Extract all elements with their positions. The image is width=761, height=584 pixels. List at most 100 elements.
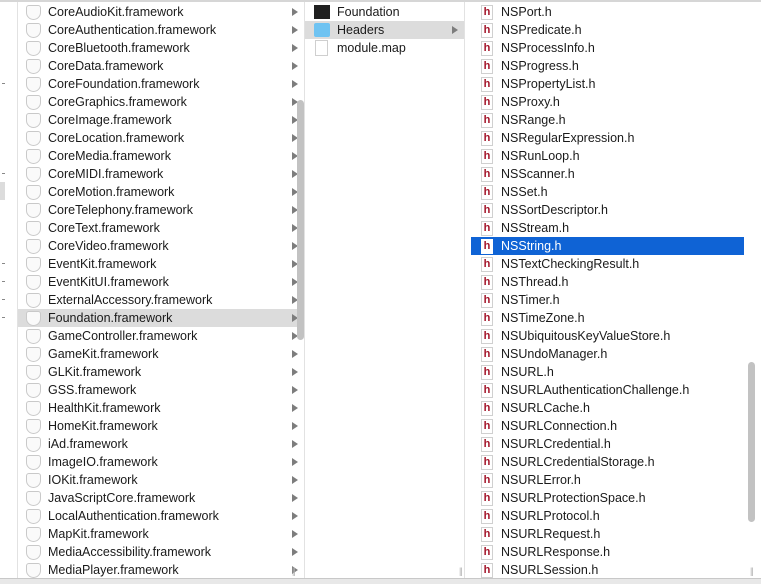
framework-item[interactable]: CoreImage.framework <box>18 111 304 129</box>
framework-item[interactable]: CoreData.framework <box>18 57 304 75</box>
header-file-item[interactable]: h NSURLProtocol.h <box>471 507 744 525</box>
chevron-right-icon <box>292 62 298 70</box>
framework-item[interactable]: HealthKit.framework <box>18 399 304 417</box>
framework-item[interactable]: CoreMotion.framework <box>18 183 304 201</box>
header-file-item[interactable]: h NSRunLoop.h <box>471 147 744 165</box>
header-file-item[interactable]: h NSURLError.h <box>471 471 744 489</box>
framework-item[interactable]: MediaPlayer.framework <box>18 561 304 578</box>
framework-item[interactable]: HomeKit.framework <box>18 417 304 435</box>
header-file-item[interactable]: h NSStream.h <box>471 219 744 237</box>
chevron-right-icon <box>292 512 298 520</box>
framework-item[interactable]: MapKit.framework <box>18 525 304 543</box>
framework-item[interactable]: EventKit.framework <box>18 255 304 273</box>
header-file-item[interactable]: h NSTimeZone.h <box>471 309 744 327</box>
header-file-item[interactable]: h NSUndoManager.h <box>471 345 744 363</box>
header-file-icon: h <box>481 292 493 308</box>
header-file-item[interactable]: h NSSortDescriptor.h <box>471 201 744 219</box>
framework-item[interactable]: JavaScriptCore.framework <box>18 489 304 507</box>
header-file-item[interactable]: h NSThread.h <box>471 273 744 291</box>
header-file-label: NSURL.h <box>501 365 554 379</box>
folder-icon <box>314 23 330 37</box>
header-file-item[interactable]: h NSURLAuthenticationChallenge.h <box>471 381 744 399</box>
header-file-item[interactable]: h NSURL.h <box>471 363 744 381</box>
framework-item[interactable]: MediaAccessibility.framework <box>18 543 304 561</box>
header-file-item[interactable]: h NSURLSession.h <box>471 561 744 578</box>
header-file-item[interactable]: h NSPropertyList.h <box>471 75 744 93</box>
framework-column-scrollbar[interactable] <box>297 100 304 340</box>
header-file-item[interactable]: h NSPort.h <box>471 3 744 21</box>
header-file-item[interactable]: h NSSet.h <box>471 183 744 201</box>
framework-item[interactable]: CoreLocation.framework <box>18 129 304 147</box>
framework-item[interactable]: ExternalAccessory.framework <box>18 291 304 309</box>
header-file-item[interactable]: h NSRange.h <box>471 111 744 129</box>
column-resize-handle[interactable]: || <box>459 566 463 576</box>
framework-item[interactable]: EventKitUI.framework <box>18 273 304 291</box>
framework-item[interactable]: CoreGraphics.framework <box>18 93 304 111</box>
framework-item[interactable]: GSS.framework <box>18 381 304 399</box>
header-file-icon: h <box>481 148 493 164</box>
header-file-item[interactable]: h NSScanner.h <box>471 165 744 183</box>
framework-item-label: Foundation.framework <box>48 311 173 325</box>
framework-shield-icon <box>26 472 41 488</box>
framework-shield-icon <box>26 256 41 272</box>
framework-item[interactable]: iAd.framework <box>18 435 304 453</box>
framework-shield-icon <box>26 562 41 578</box>
executable-icon <box>314 5 330 19</box>
chevron-right-icon <box>292 80 298 88</box>
framework-item[interactable]: GLKit.framework <box>18 363 304 381</box>
framework-item[interactable]: CoreBluetooth.framework <box>18 39 304 57</box>
framework-shield-icon <box>26 166 41 182</box>
file-item[interactable]: module.map <box>305 39 464 57</box>
framework-item[interactable]: CoreAudioKit.framework <box>18 3 304 21</box>
framework-item[interactable]: Foundation.framework <box>18 309 304 327</box>
header-file-label: NSRegularExpression.h <box>501 131 635 145</box>
framework-item[interactable]: CoreMIDI.framework <box>18 165 304 183</box>
header-file-item[interactable]: h NSUbiquitousKeyValueStore.h <box>471 327 744 345</box>
framework-item-label: CoreText.framework <box>48 221 160 235</box>
header-file-item[interactable]: h NSURLCache.h <box>471 399 744 417</box>
header-file-item[interactable]: h NSTimer.h <box>471 291 744 309</box>
header-file-item[interactable]: h NSProgress.h <box>471 57 744 75</box>
framework-item[interactable]: CoreAuthentication.framework <box>18 21 304 39</box>
header-file-label: NSPort.h <box>501 5 552 19</box>
header-file-label: NSURLCredentialStorage.h <box>501 455 655 469</box>
header-file-item[interactable]: h NSRegularExpression.h <box>471 129 744 147</box>
file-item[interactable]: Foundation <box>305 3 464 21</box>
header-file-label: NSURLProtectionSpace.h <box>501 491 646 505</box>
column-resize-handle[interactable]: || <box>750 566 754 576</box>
framework-item[interactable]: IOKit.framework <box>18 471 304 489</box>
framework-column[interactable]: CoreAudioKit.framework CoreAuthentication… <box>18 2 305 578</box>
foundation-contents-column[interactable]: Foundation Headers module.map <box>305 2 465 578</box>
file-item[interactable]: Headers <box>305 21 464 39</box>
previous-column[interactable] <box>0 2 18 578</box>
header-file-item[interactable]: h NSProcessInfo.h <box>471 39 744 57</box>
framework-item[interactable]: CoreText.framework <box>18 219 304 237</box>
framework-item[interactable]: ImageIO.framework <box>18 453 304 471</box>
header-file-item[interactable]: h NSURLCredentialStorage.h <box>471 453 744 471</box>
header-file-item[interactable]: h NSURLConnection.h <box>471 417 744 435</box>
header-file-item[interactable]: h NSURLRequest.h <box>471 525 744 543</box>
framework-item[interactable]: CoreMedia.framework <box>18 147 304 165</box>
framework-item-label: CoreImage.framework <box>48 113 172 127</box>
header-file-item[interactable]: h NSURLResponse.h <box>471 543 744 561</box>
header-file-item[interactable]: h NSProxy.h <box>471 93 744 111</box>
header-file-item[interactable]: h NSPredicate.h <box>471 21 744 39</box>
header-file-item[interactable]: h NSURLCredential.h <box>471 435 744 453</box>
header-file-item[interactable]: h NSURLProtectionSpace.h <box>471 489 744 507</box>
framework-item[interactable]: GameController.framework <box>18 327 304 345</box>
framework-item[interactable]: CoreFoundation.framework <box>18 75 304 93</box>
headers-column[interactable]: h NSPort.h h NSPredicate.h h NSProcessInfo.h h… <box>465 2 761 578</box>
framework-item[interactable]: CoreVideo.framework <box>18 237 304 255</box>
chevron-right-icon <box>292 386 298 394</box>
framework-item[interactable]: GameKit.framework <box>18 345 304 363</box>
framework-item[interactable]: LocalAuthentication.framework <box>18 507 304 525</box>
header-file-item[interactable]: h NSTextCheckingResult.h <box>471 255 744 273</box>
header-file-icon: h <box>481 526 493 542</box>
header-file-item[interactable]: h NSString.h <box>471 237 744 255</box>
framework-shield-icon <box>26 184 41 200</box>
headers-column-scrollbar[interactable] <box>748 362 755 522</box>
header-file-icon: h <box>481 490 493 506</box>
column-resize-handle[interactable]: || <box>292 566 296 576</box>
framework-item[interactable]: CoreTelephony.framework <box>18 201 304 219</box>
chevron-right-icon <box>292 350 298 358</box>
